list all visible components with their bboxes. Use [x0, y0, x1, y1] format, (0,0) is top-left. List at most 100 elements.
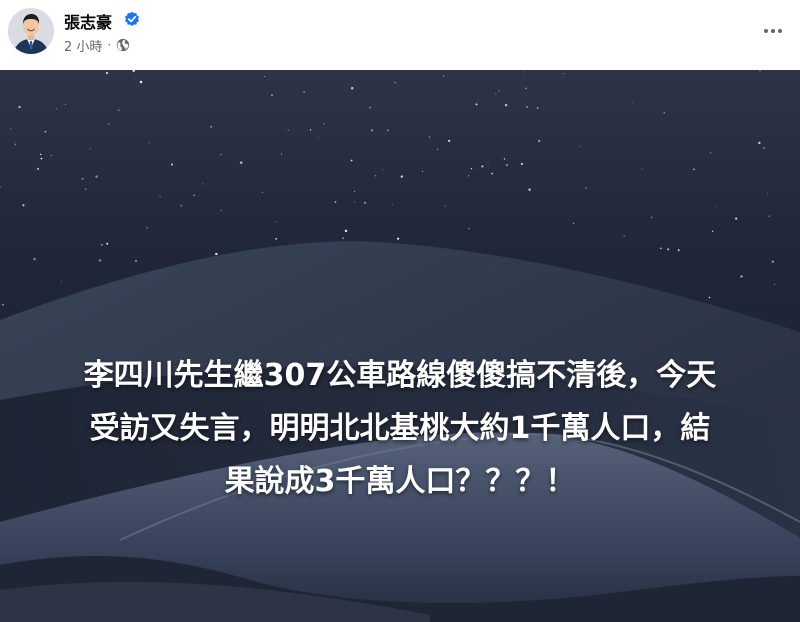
star [768, 215, 770, 217]
star [641, 168, 643, 170]
star [505, 163, 509, 167]
star [525, 87, 527, 90]
star [354, 201, 355, 203]
star [763, 147, 765, 149]
star [44, 130, 47, 133]
star [523, 71, 524, 73]
image-caption-text: 李四川先生繼307公車路線傻傻搞不清後，今天 受訪又失言，明明北北基桃大約1千萬… [20, 349, 780, 508]
globe-icon[interactable] [116, 38, 130, 52]
star [538, 139, 541, 143]
star [677, 249, 680, 252]
star [623, 235, 625, 237]
star [396, 237, 400, 240]
star [135, 260, 137, 262]
star [498, 89, 500, 92]
star [261, 192, 263, 193]
star [444, 205, 446, 207]
more-options-button[interactable] [756, 14, 790, 48]
star [134, 78, 136, 80]
star [437, 148, 439, 150]
star [40, 153, 42, 156]
star [391, 204, 393, 206]
star [317, 137, 319, 139]
star [495, 93, 497, 95]
star [334, 201, 337, 204]
star [275, 220, 277, 222]
star [10, 128, 12, 130]
facebook-post: 張志豪 2 小時 · 李四川先生繼307公車路線傻傻搞不清後，今天 受訪又失言，… [0, 0, 800, 622]
star [61, 281, 63, 282]
star [239, 161, 243, 164]
star [193, 194, 196, 197]
star [171, 163, 174, 166]
star [309, 129, 312, 131]
star [773, 283, 776, 286]
star [767, 193, 769, 194]
star [105, 72, 109, 75]
star [146, 227, 148, 229]
star [631, 102, 633, 104]
star [563, 72, 565, 75]
star [650, 216, 653, 219]
star [22, 204, 25, 207]
star [448, 139, 451, 143]
star [572, 222, 575, 225]
star [387, 129, 389, 131]
star [491, 172, 494, 175]
star [369, 106, 372, 109]
star [215, 252, 218, 256]
star [280, 153, 282, 155]
star [14, 143, 17, 146]
post-header: 張志豪 2 小時 · [0, 0, 800, 70]
star [711, 230, 714, 233]
star [95, 175, 98, 178]
star [270, 94, 274, 97]
star [344, 229, 348, 233]
star [64, 103, 66, 106]
star [693, 168, 695, 171]
star [220, 209, 222, 212]
star [481, 165, 484, 168]
star [202, 183, 204, 185]
verified-badge-icon [125, 11, 139, 27]
star [708, 296, 711, 299]
star [363, 201, 367, 205]
star [210, 125, 213, 128]
star [264, 76, 265, 78]
star [18, 106, 21, 109]
author-avatar[interactable] [8, 8, 54, 54]
star [55, 108, 57, 110]
star [475, 103, 478, 106]
star [735, 217, 738, 220]
star [400, 175, 403, 178]
star [421, 170, 424, 172]
post-timestamp[interactable]: 2 小時 [64, 36, 102, 55]
star [89, 148, 91, 150]
star [394, 81, 396, 84]
star [468, 175, 470, 177]
star [287, 129, 289, 131]
star [100, 243, 103, 246]
star [526, 105, 529, 109]
star [660, 247, 662, 250]
more-options-icon [764, 29, 782, 33]
caption-line-3: 果說成3千萬人口？？？！ [224, 464, 576, 499]
star [139, 80, 143, 84]
star [354, 191, 356, 192]
star [579, 146, 581, 148]
author-name[interactable]: 張志豪 [64, 9, 112, 33]
post-image[interactable]: 李四川先生繼307公車路線傻傻搞不清後，今天 受訪又失言，明明北北基桃大約1千萬… [0, 70, 800, 622]
star [520, 162, 523, 165]
star [714, 205, 716, 207]
star [159, 195, 161, 198]
star [303, 90, 305, 93]
star [442, 75, 445, 77]
star [342, 237, 345, 240]
star [180, 204, 183, 207]
star [37, 167, 40, 170]
star [468, 227, 470, 230]
star [50, 154, 52, 157]
star [771, 260, 775, 263]
star [107, 122, 110, 125]
star [740, 275, 743, 278]
